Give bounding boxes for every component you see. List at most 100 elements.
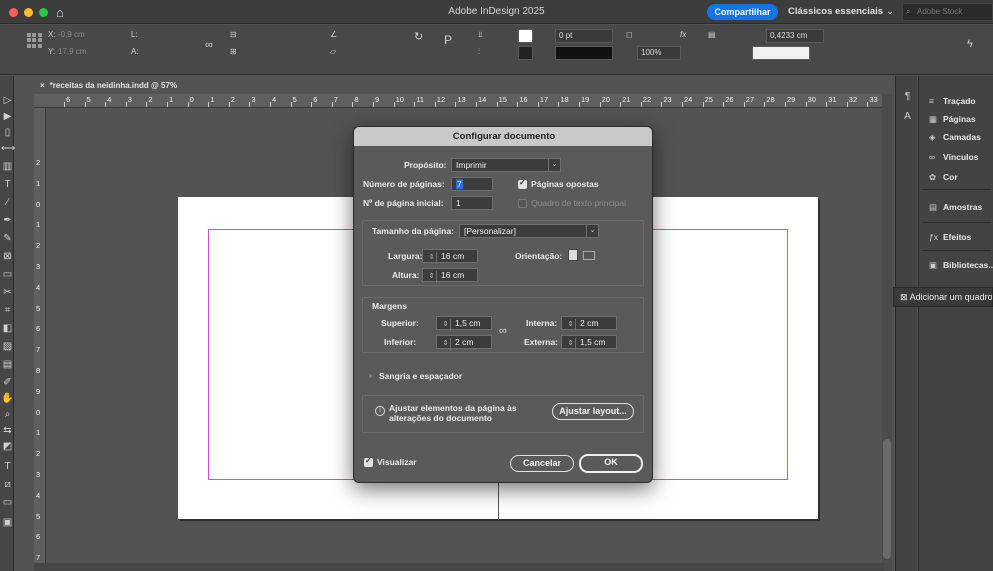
panel-item-traçado[interactable]: ≡ Traçado — [929, 96, 976, 106]
eyedropper-tool-icon[interactable]: ✐ — [1, 376, 14, 390]
paragraph-styles-icon[interactable]: ¶ — [901, 90, 914, 104]
free-transform-tool-icon[interactable]: ⌗ — [1, 304, 14, 318]
stroke-swatch[interactable] — [518, 46, 533, 60]
panel-item-vínculos[interactable]: ∞ Vínculos — [929, 152, 978, 162]
page-size-label: Tamanho da página: — [372, 226, 455, 236]
text-frame-icon[interactable]: P — [444, 33, 452, 47]
scissors-tool-icon[interactable]: ✂ — [1, 286, 14, 300]
scale-x-icon[interactable]: ⊟ — [230, 30, 237, 39]
close-tab-icon[interactable]: × — [40, 81, 45, 90]
line-tool-icon[interactable]: ∕ — [1, 196, 14, 210]
opacity-field[interactable]: 100% — [637, 46, 681, 60]
hand-tool-icon[interactable]: ✋ — [1, 392, 14, 406]
fill-swatch[interactable] — [518, 29, 533, 43]
scale-y-icon[interactable]: ⊞ — [230, 47, 237, 56]
content-collector-icon[interactable]: ▥ — [1, 160, 14, 174]
rectangle-frame-tool-icon[interactable]: ⊠ — [1, 250, 14, 264]
stroke-type-select[interactable] — [555, 46, 613, 60]
stepper-icon[interactable]: ⇕ — [441, 319, 451, 331]
start-page-input[interactable]: 1 — [451, 196, 493, 210]
panel-item-camadas[interactable]: ◈ Camadas — [929, 132, 981, 143]
effects-icon[interactable]: fx — [680, 30, 686, 39]
stepper-icon[interactable]: ⇕ — [566, 338, 576, 350]
gap-tool-icon[interactable]: ⟷ — [1, 142, 15, 156]
ok-button[interactable]: OK — [579, 454, 643, 473]
num-pages-input[interactable]: 7 — [451, 177, 493, 191]
stepper-icon[interactable]: ⇕ — [441, 338, 451, 350]
character-styles-icon[interactable]: A — [901, 110, 914, 124]
panel-item-páginas[interactable]: ▦ Páginas — [929, 114, 976, 125]
purpose-select[interactable]: Imprimir ⌄ — [451, 158, 561, 172]
inside-margin-input[interactable]: ⇕ 2 cm — [561, 316, 617, 331]
type-tool-icon[interactable]: T — [1, 178, 14, 192]
link-margins-icon[interactable]: ∞ — [499, 325, 507, 337]
workspace-switcher[interactable]: Clássicos essenciais ⌄ — [788, 6, 894, 17]
gradient-feather-tool-icon[interactable]: ▨ — [1, 340, 14, 354]
corner-icon[interactable]: ◻ — [626, 30, 633, 39]
gradient-tool-icon[interactable]: ◧ — [1, 322, 14, 336]
apply-none-icon[interactable]: ⧄ — [1, 478, 14, 492]
selection-tool-icon[interactable]: ▷ — [1, 94, 14, 108]
panel-item-bibliotecas[interactable]: ▣ Bibliotecas... — [929, 260, 993, 271]
landscape-orientation-icon[interactable] — [583, 251, 595, 260]
top-margin-input[interactable]: ⇕ 1,5 cm — [436, 316, 492, 331]
shear-icon[interactable]: ▱ — [330, 47, 336, 56]
portrait-orientation-icon[interactable] — [568, 249, 578, 261]
chevron-right-icon[interactable]: › — [369, 370, 372, 380]
size-field[interactable]: 0,4233 cm — [766, 29, 824, 43]
adobe-stock-search[interactable]: ⌕ Adobe Stock — [902, 3, 993, 21]
primary-text-frame-checkbox[interactable] — [518, 199, 527, 208]
ruler-label: 6 — [36, 532, 41, 542]
page-size-select[interactable]: [Personalizar] ⌄ — [459, 224, 599, 238]
rotate-icon[interactable]: ∠ — [330, 30, 337, 39]
bottom-margin-input[interactable]: ⇕ 2 cm — [436, 335, 492, 350]
adjust-layout-text: Ajustar elementos da página às alteraçõe… — [389, 403, 517, 423]
panel-item-efeitos[interactable]: ƒx Efeitos — [929, 232, 971, 242]
distribute-icon[interactable]: ⫶ — [478, 47, 480, 57]
pen-tool-icon[interactable]: ✒ — [1, 214, 14, 228]
lightning-icon[interactable]: ϟ — [967, 38, 973, 50]
text-wrap-icon[interactable]: ▤ — [708, 30, 716, 39]
panel-item-amostras[interactable]: ▤ Amostras — [929, 202, 982, 213]
direct-selection-tool-icon[interactable]: ▶ — [1, 110, 14, 124]
horizontal-ruler[interactable]: 6 5 4 3 2 1 0 1 2 3 4 5 6 7 8 9 10 11 12 13 14 15 16 17 18 19 20 21… — [34, 94, 884, 108]
preview-checkbox[interactable] — [364, 456, 373, 467]
bleed-slug-toggle[interactable]: Sangria e espaçador — [379, 371, 462, 381]
pencil-tool-icon[interactable]: ✎ — [1, 232, 14, 246]
color-select[interactable] — [752, 46, 810, 60]
vertical-ruler[interactable]: 2 1 0 1 2 3 4 5 6 7 8 9 0 1 2 3 4 5 6 7 — [34, 108, 46, 571]
document-tab[interactable]: × *receitas da neidinha.indd @ 57% — [34, 78, 184, 93]
screen-mode-icon[interactable]: ▭ — [1, 496, 14, 510]
outside-margin-input[interactable]: ⇕ 1,5 cm — [561, 335, 617, 350]
stepper-icon[interactable]: ⇕ — [427, 252, 437, 264]
adjust-layout-button[interactable]: Ajustar layout... — [552, 403, 634, 420]
cancel-button[interactable]: Cancelar — [510, 455, 574, 472]
rotate-cw-icon[interactable]: ↻ — [414, 30, 423, 43]
default-colors-icon[interactable]: ⇆ — [1, 424, 14, 438]
formatting-affects-icon[interactable]: T — [1, 460, 14, 474]
stepper-icon[interactable]: ⇕ — [427, 271, 437, 283]
constrain-link-icon[interactable]: ∞ — [205, 39, 213, 51]
stroke-weight-field[interactable]: 0 pt — [555, 29, 613, 43]
vertical-scrollbar[interactable] — [882, 94, 892, 571]
stepper-icon[interactable]: ⇕ — [566, 319, 576, 331]
note-tool-icon[interactable]: ▤ — [1, 358, 14, 372]
y-field[interactable]: 17,9 cm — [58, 47, 86, 56]
facing-pages-checkbox[interactable] — [518, 178, 527, 189]
rectangle-tool-icon[interactable]: ▭ — [1, 268, 14, 282]
reference-point-icon[interactable] — [27, 33, 42, 48]
add-frame-tooltip[interactable]: ⊠ Adicionar um quadro — [893, 287, 993, 307]
height-input[interactable]: ⇕ 16 cm — [422, 268, 478, 283]
zoom-tool-icon[interactable]: ⌕ — [1, 408, 14, 422]
preview-mode-icon[interactable]: ▣ — [1, 516, 14, 530]
page-tool-icon[interactable]: ▯ — [1, 126, 14, 140]
align-icon[interactable]: ⫫ — [478, 30, 483, 40]
add-frame-label: Adicionar um quadro — [909, 292, 993, 302]
width-input[interactable]: ⇕ 16 cm — [422, 249, 478, 264]
x-field[interactable]: -0,9 cm — [58, 30, 85, 39]
fill-stroke-icon[interactable]: ◩ — [1, 440, 14, 454]
share-button[interactable]: Compartilhar — [707, 4, 778, 20]
scrollbar-thumb[interactable] — [883, 439, 891, 559]
panel-item-cor[interactable]: ✿ Cor — [929, 172, 958, 183]
ruler-tick — [764, 102, 766, 107]
